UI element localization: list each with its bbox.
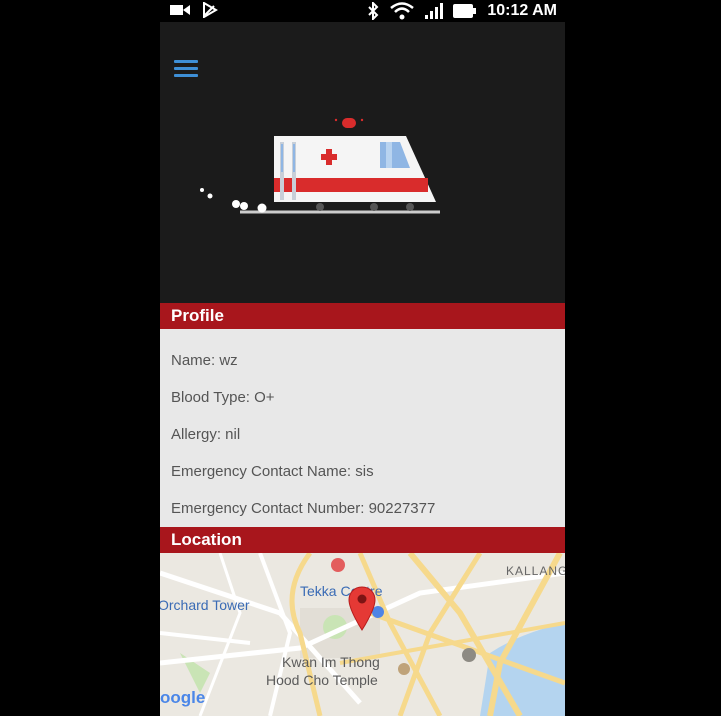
wifi-icon: [390, 2, 415, 20]
app-screen: Profile Name: wz Blood Type: O+ Allergy:…: [160, 22, 565, 716]
location-map[interactable]: KALLANG Tekka Centre Orchard Tower Kwan …: [160, 553, 565, 716]
profile-emergency-contact-name: Emergency Contact Name: sis: [171, 463, 374, 480]
status-bar: 10:12 AM: [160, 0, 565, 22]
menu-icon[interactable]: [174, 60, 198, 78]
profile-card: Name: wz Blood Type: O+ Allergy: nil Eme…: [160, 329, 565, 527]
location-header: Location: [160, 527, 565, 553]
map-roads: [160, 553, 565, 716]
bluetooth-icon: [368, 2, 379, 20]
profile-title: Profile: [171, 306, 224, 325]
video-icon: [170, 5, 190, 15]
status-time: 10:12 AM: [487, 2, 557, 19]
signal-icon: [425, 3, 444, 19]
profile-allergy: Allergy: nil: [171, 426, 241, 443]
profile-emergency-contact-number: Emergency Contact Number: 90227377: [171, 500, 436, 517]
hero-banner: [160, 22, 565, 303]
profile-blood-type: Blood Type: O+: [171, 389, 275, 406]
battery-icon: [453, 4, 477, 18]
map-label-kwan-im-thong: Kwan Im Thong: [282, 654, 380, 670]
map-pin-icon[interactable]: [348, 586, 376, 632]
map-label-kallang: KALLANG: [506, 564, 565, 578]
google-logo: oogle: [160, 688, 206, 707]
location-title: Location: [171, 530, 242, 549]
play-store-icon: [203, 2, 218, 18]
ambulance-illustration: [200, 118, 440, 214]
map-label-hood-cho-temple: Hood Cho Temple: [266, 672, 378, 688]
profile-name: Name: wz: [171, 352, 238, 369]
profile-header: Profile: [160, 303, 565, 329]
map-label-orchard-tower: Orchard Tower: [160, 597, 250, 613]
